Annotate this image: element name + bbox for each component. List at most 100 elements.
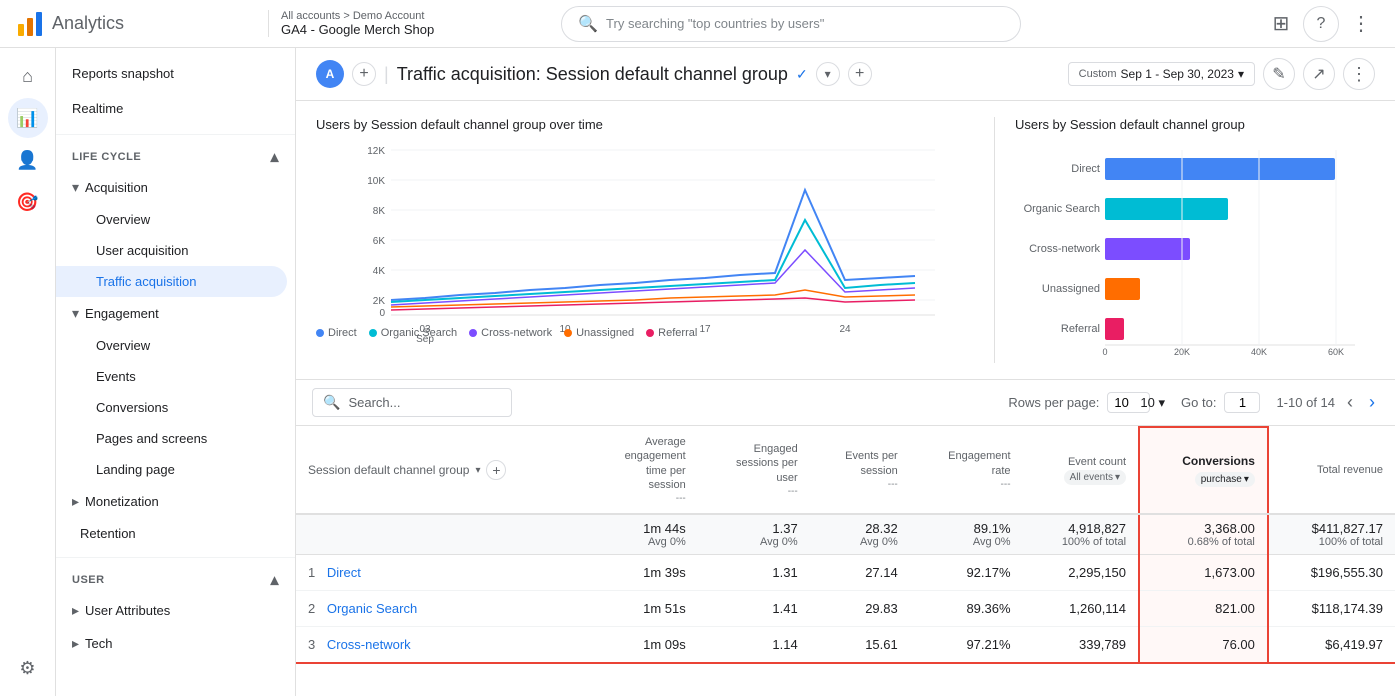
add-comparison-btn[interactable]: + — [848, 62, 872, 86]
row2-conversions: 821.00 — [1139, 591, 1268, 627]
row2-total-revenue: $118,174.39 — [1268, 591, 1395, 627]
legend-direct: Direct — [316, 327, 357, 339]
logo-area: Analytics — [16, 10, 256, 38]
sidebar-icon-explore[interactable]: 👤 — [8, 140, 48, 180]
pagination-info: 1-10 of 14 — [1276, 395, 1335, 410]
events-per-session-col-header: Events per session --- — [810, 427, 910, 514]
table-section: 🔍 Search... Rows per page: 10 25 50 10 ▾… — [296, 380, 1395, 696]
row3-rank-channel: 3 Cross-network — [296, 627, 587, 664]
date-range-selector[interactable]: Custom Sep 1 - Sep 30, 2023 ▾ — [1068, 62, 1255, 86]
bar-chart-title: Users by Session default channel group — [1015, 117, 1375, 132]
breadcrumb: All accounts > Demo Account — [281, 10, 434, 22]
nav-item-tech[interactable]: ▸ Tech — [56, 627, 295, 660]
more-icon-btn[interactable]: ⋮ — [1343, 6, 1379, 42]
engagement-expand-icon: ▾ — [72, 305, 79, 322]
conversions-dropdown-btn[interactable]: purchase ▾ — [1195, 472, 1255, 487]
legend-organic: Organic Search — [369, 327, 457, 339]
date-range-value: Sep 1 - Sep 30, 2023 — [1121, 67, 1234, 81]
nav-item-retention[interactable]: Retention — [56, 518, 295, 549]
svg-text:8K: 8K — [373, 206, 386, 217]
events-label: Events — [96, 369, 136, 384]
conversions-chevron-icon: ▾ — [1244, 473, 1249, 486]
line-chart-container: Users by Session default channel group o… — [316, 117, 995, 363]
engagement-item-conversions[interactable]: Conversions — [56, 392, 295, 423]
acquisition-label: Acquisition — [85, 180, 148, 195]
help-icon-btn[interactable]: ? — [1303, 6, 1339, 42]
search-bar[interactable]: 🔍 Try searching "top countries by users" — [561, 6, 1021, 42]
bar-chart-svg: Direct Organic Search Cross-network Unas… — [1015, 140, 1375, 360]
row2-event-count: 1,260,114 — [1023, 591, 1140, 627]
nav-item-reports-snapshot[interactable]: Reports snapshot — [56, 56, 295, 91]
row1-engagement-rate: 92.17% — [910, 555, 1023, 591]
acquisition-item-user-acq[interactable]: User acquisition — [56, 235, 295, 266]
nav-group-monetization[interactable]: ▸ Monetization — [56, 485, 295, 518]
main-content: A + | Traffic acquisition: Session defau… — [296, 48, 1395, 696]
channel-sort-icon[interactable]: ▾ — [475, 465, 480, 476]
row3-engaged-sessions: 1.14 — [698, 627, 810, 664]
svg-text:0: 0 — [1102, 347, 1107, 357]
engagement-item-overview[interactable]: Overview — [56, 330, 295, 361]
title-divider: | — [384, 64, 389, 85]
row1-conversions: 1,673.00 — [1139, 555, 1268, 591]
table-row: 3 Cross-network 1m 09s 1.14 15.61 97.21%… — [296, 627, 1395, 664]
retention-label: Retention — [80, 526, 136, 541]
legend-unassigned: Unassigned — [564, 327, 634, 339]
total-revenue-col-header: Total revenue — [1268, 427, 1395, 514]
eng-overview-label: Overview — [96, 338, 150, 353]
sidebar-icon-reports[interactable]: 📊 — [8, 98, 48, 138]
engagement-item-landing[interactable]: Landing page — [56, 454, 295, 485]
goto-input[interactable] — [1224, 392, 1260, 413]
row1-total-revenue: $196,555.30 — [1268, 555, 1395, 591]
legend-cross: Cross-network — [469, 327, 552, 339]
acquisition-header[interactable]: ▾ Acquisition — [56, 171, 295, 204]
engagement-header[interactable]: ▾ Engagement — [56, 297, 295, 330]
svg-text:Unassigned: Unassigned — [1042, 283, 1100, 295]
svg-text:40K: 40K — [1251, 347, 1267, 357]
svg-text:Direct: Direct — [1071, 163, 1100, 175]
engagement-rate-col-header: Engagement rate --- — [910, 427, 1023, 514]
lifecycle-label: Life cycle — [72, 151, 141, 163]
user-acq-label: User acquisition — [96, 243, 189, 258]
rows-per-page-select[interactable]: 10 25 50 — [1107, 392, 1150, 413]
engagement-item-pages[interactable]: Pages and screens — [56, 423, 295, 454]
user-attributes-label: User Attributes — [85, 603, 170, 618]
lifecycle-section-header[interactable]: Life cycle ▴ — [56, 135, 295, 171]
property-selector[interactable]: GA4 - Google Merch Shop — [281, 22, 434, 37]
summary-engagement-rate: 89.1% Avg 0% — [910, 514, 1023, 555]
nav-top-items: Reports snapshot Realtime — [56, 48, 295, 135]
acquisition-item-overview[interactable]: Overview — [56, 204, 295, 235]
sidebar-icon-home[interactable]: ⌂ — [8, 56, 48, 96]
channel-group-col-header: Session default channel group ▾ + — [296, 427, 587, 514]
engagement-item-events[interactable]: Events — [56, 361, 295, 392]
analytics-logo-icon — [16, 10, 44, 38]
svg-text:Referral: Referral — [1061, 323, 1100, 335]
share-icon-btn[interactable]: ↗ — [1303, 58, 1335, 90]
monetization-expand-icon: ▸ — [72, 493, 79, 510]
pagination-prev-btn[interactable]: ‹ — [1343, 392, 1357, 413]
pagination-next-btn[interactable]: › — [1365, 392, 1379, 413]
svg-text:Organic Search: Organic Search — [1024, 203, 1100, 215]
nav-item-realtime[interactable]: Realtime — [56, 91, 295, 126]
more-options-btn[interactable]: ⋮ — [1343, 58, 1375, 90]
add-view-btn[interactable]: + — [352, 62, 376, 86]
add-column-btn[interactable]: + — [486, 460, 506, 480]
acq-overview-label: Overview — [96, 212, 150, 227]
conversions-label: Conversions — [96, 400, 168, 415]
grid-icon-btn[interactable]: ⊞ — [1263, 6, 1299, 42]
summary-avg-engagement: 1m 44s Avg 0% — [587, 514, 698, 555]
table-search[interactable]: 🔍 Search... — [312, 388, 512, 417]
title-dropdown-btn[interactable]: ▾ — [816, 62, 840, 86]
row1-rank-channel: 1 Direct — [296, 555, 587, 591]
account-selector[interactable]: All accounts > Demo Account GA4 - Google… — [268, 10, 434, 37]
acquisition-item-traffic-acq[interactable]: Traffic acquisition — [56, 266, 287, 297]
nav-group-user-attributes[interactable]: ▸ User Attributes — [56, 594, 295, 627]
svg-text:20K: 20K — [1174, 347, 1190, 357]
lifecycle-chevron-icon: ▴ — [270, 147, 279, 167]
user-section-header[interactable]: User ▴ — [56, 557, 295, 594]
header-actions: Custom Sep 1 - Sep 30, 2023 ▾ ✎ ↗ ⋮ — [1068, 58, 1375, 90]
sidebar-icon-advertising[interactable]: 🎯 — [8, 182, 48, 222]
conversions-col-header[interactable]: Conversions purchase ▾ — [1139, 427, 1268, 514]
charts-row: Users by Session default channel group o… — [296, 101, 1395, 380]
edit-icon-btn[interactable]: ✎ — [1263, 58, 1295, 90]
sidebar-icon-configure[interactable]: ⚙ — [8, 648, 48, 688]
